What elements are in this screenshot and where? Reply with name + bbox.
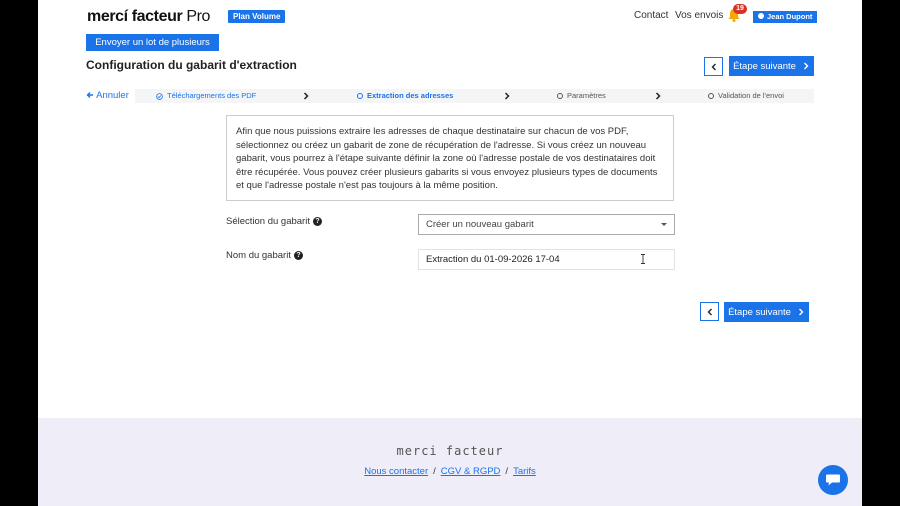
cancel-link[interactable]: Annuler xyxy=(86,89,135,103)
nav-envois-link[interactable]: Vos envois xyxy=(675,10,723,21)
next-step-label: Étape suivante xyxy=(728,306,791,318)
previous-step-button-bottom[interactable] xyxy=(700,302,719,321)
step-label: Téléchargements des PDF xyxy=(167,91,257,100)
chevron-left-icon xyxy=(711,63,716,70)
step-separator-chevron-icon xyxy=(655,92,661,100)
step-label: Validation de l'envoi xyxy=(718,91,784,100)
info-box: Afin que nous puissions extraire les adr… xyxy=(226,115,674,201)
footer-link-cgv[interactable]: CGV & RGPD xyxy=(441,466,501,477)
nav-contact-link[interactable]: Contact xyxy=(634,10,668,21)
footer-brand: merci facteur xyxy=(396,444,504,458)
notification-badge: 19 xyxy=(733,4,747,14)
template-name-input[interactable] xyxy=(418,249,675,270)
template-name-label-text: Nom du gabarit xyxy=(226,250,291,261)
arrow-left-icon xyxy=(86,92,93,98)
step-circle-icon xyxy=(708,93,714,99)
step-circle-icon xyxy=(557,93,563,99)
step-label: Paramètres xyxy=(567,91,606,100)
step-validation: Validation de l'envoi xyxy=(708,89,784,103)
template-select[interactable]: Créer un nouveau gabarit xyxy=(418,214,675,235)
step-separator-chevron-icon xyxy=(504,92,510,100)
chat-bubble-icon xyxy=(826,474,840,486)
template-select-value: Créer un nouveau gabarit xyxy=(426,219,534,230)
page: mercí facteur Pro Plan Volume Contact Vo… xyxy=(38,0,862,506)
next-step-button-bottom[interactable]: Étape suivante xyxy=(724,302,809,322)
chevron-right-icon xyxy=(798,308,804,316)
footer-links: Nous contacter / CGV & RGPD / Tarifs xyxy=(38,466,862,477)
template-select-label: Sélection du gabarit ? xyxy=(226,216,322,227)
user-menu-button[interactable]: Jean Dupont xyxy=(753,11,818,23)
caret-down-icon xyxy=(661,223,667,226)
step-parametres: Paramètres xyxy=(557,89,606,103)
chat-button[interactable] xyxy=(818,465,848,495)
cancel-label: Annuler xyxy=(96,90,129,101)
footer xyxy=(38,418,862,506)
text-cursor-icon xyxy=(641,254,645,264)
step-label: Extraction des adresses xyxy=(367,91,454,100)
help-icon[interactable]: ? xyxy=(293,251,303,260)
brand-suffix: Pro xyxy=(186,8,211,25)
step-circle-icon xyxy=(357,93,363,99)
footer-separator: / xyxy=(505,466,509,477)
chevron-right-icon xyxy=(803,62,809,70)
previous-step-button-top[interactable] xyxy=(704,57,723,76)
next-step-label: Étape suivante xyxy=(733,60,796,72)
help-icon[interactable]: ? xyxy=(312,217,322,226)
brand-name: mercí facteur xyxy=(87,8,183,25)
page-title: Configuration du gabarit d'extraction xyxy=(86,58,297,72)
send-batch-button[interactable]: Envoyer un lot de plusieurs PDF xyxy=(86,34,219,65)
user-name: Jean Dupont xyxy=(767,12,813,21)
template-select-label-text: Sélection du gabarit xyxy=(226,216,310,227)
step-telechargements: Téléchargements des PDF xyxy=(156,89,256,103)
template-name-label: Nom du gabarit ? xyxy=(226,250,303,261)
footer-link-contact[interactable]: Nous contacter xyxy=(364,466,428,477)
chevron-left-icon xyxy=(707,308,712,315)
user-icon xyxy=(758,13,764,20)
next-step-button-top[interactable]: Étape suivante xyxy=(729,56,814,76)
plan-badge: Plan Volume xyxy=(228,10,286,23)
step-separator-chevron-icon xyxy=(303,92,309,100)
footer-separator: / xyxy=(433,466,436,477)
footer-link-tarifs[interactable]: Tarifs xyxy=(513,466,536,477)
step-extraction: Extraction des adresses xyxy=(357,89,453,103)
brand-logo[interactable]: mercí facteur Pro xyxy=(87,8,210,26)
check-circle-icon xyxy=(156,92,163,100)
